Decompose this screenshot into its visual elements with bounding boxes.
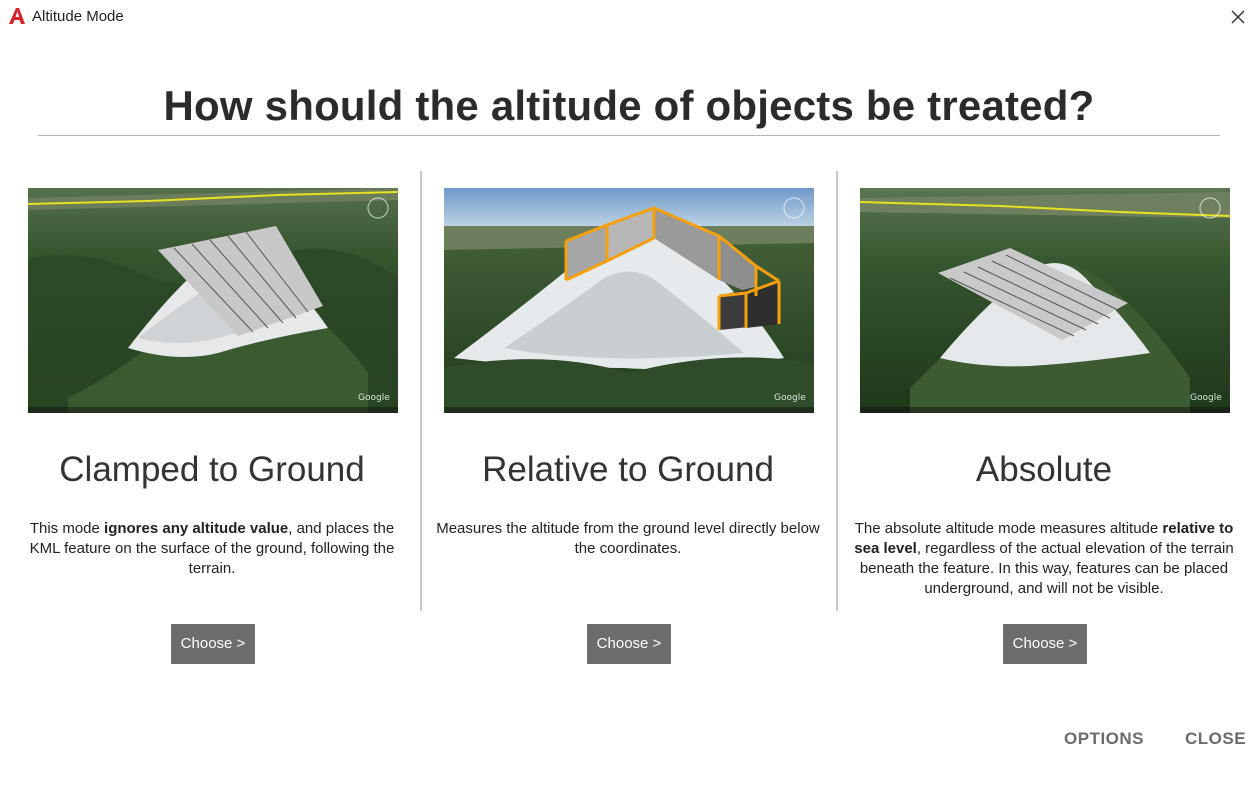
svg-text:Google: Google [1190,393,1222,403]
clamped-preview-image: Google [28,188,398,413]
mode-description: Measures the altitude from the ground le… [436,520,820,557]
choose-clamped-button[interactable]: Choose > [171,624,255,664]
mode-option-relative: Google Relative to Ground Measures the a… [420,170,836,670]
heading-divider [38,135,1220,136]
mode-title: Absolute [975,450,1113,489]
mode-option-absolute: Google Absolute The absolute altitude mo… [836,170,1252,670]
mode-description: The absolute altitude mode measures alti… [854,520,1234,597]
mode-description: This mode ignores any altitude value, an… [29,520,395,577]
mode-title: Relative to Ground [482,450,774,489]
absolute-preview-image: Google [860,188,1230,413]
window-title: Altitude Mode [32,8,124,25]
page-heading: How should the altitude of objects be tr… [163,82,1095,129]
mode-title: Clamped to Ground [59,450,365,489]
mode-option-clamped: Google Clamped to Ground This mode ignor… [4,170,420,670]
relative-preview-image: Google [444,188,814,413]
close-icon[interactable] [1226,5,1250,29]
choose-absolute-button[interactable]: Choose > [1003,624,1087,664]
svg-text:Google: Google [358,393,390,403]
svg-text:Google: Google [774,393,806,403]
options-button[interactable]: OPTIONS [1064,729,1144,749]
title-bar: Altitude Mode [0,0,1258,34]
choose-relative-button[interactable]: Choose > [587,624,671,664]
close-button[interactable]: CLOSE [1185,729,1246,749]
autocad-logo-icon [9,8,25,24]
